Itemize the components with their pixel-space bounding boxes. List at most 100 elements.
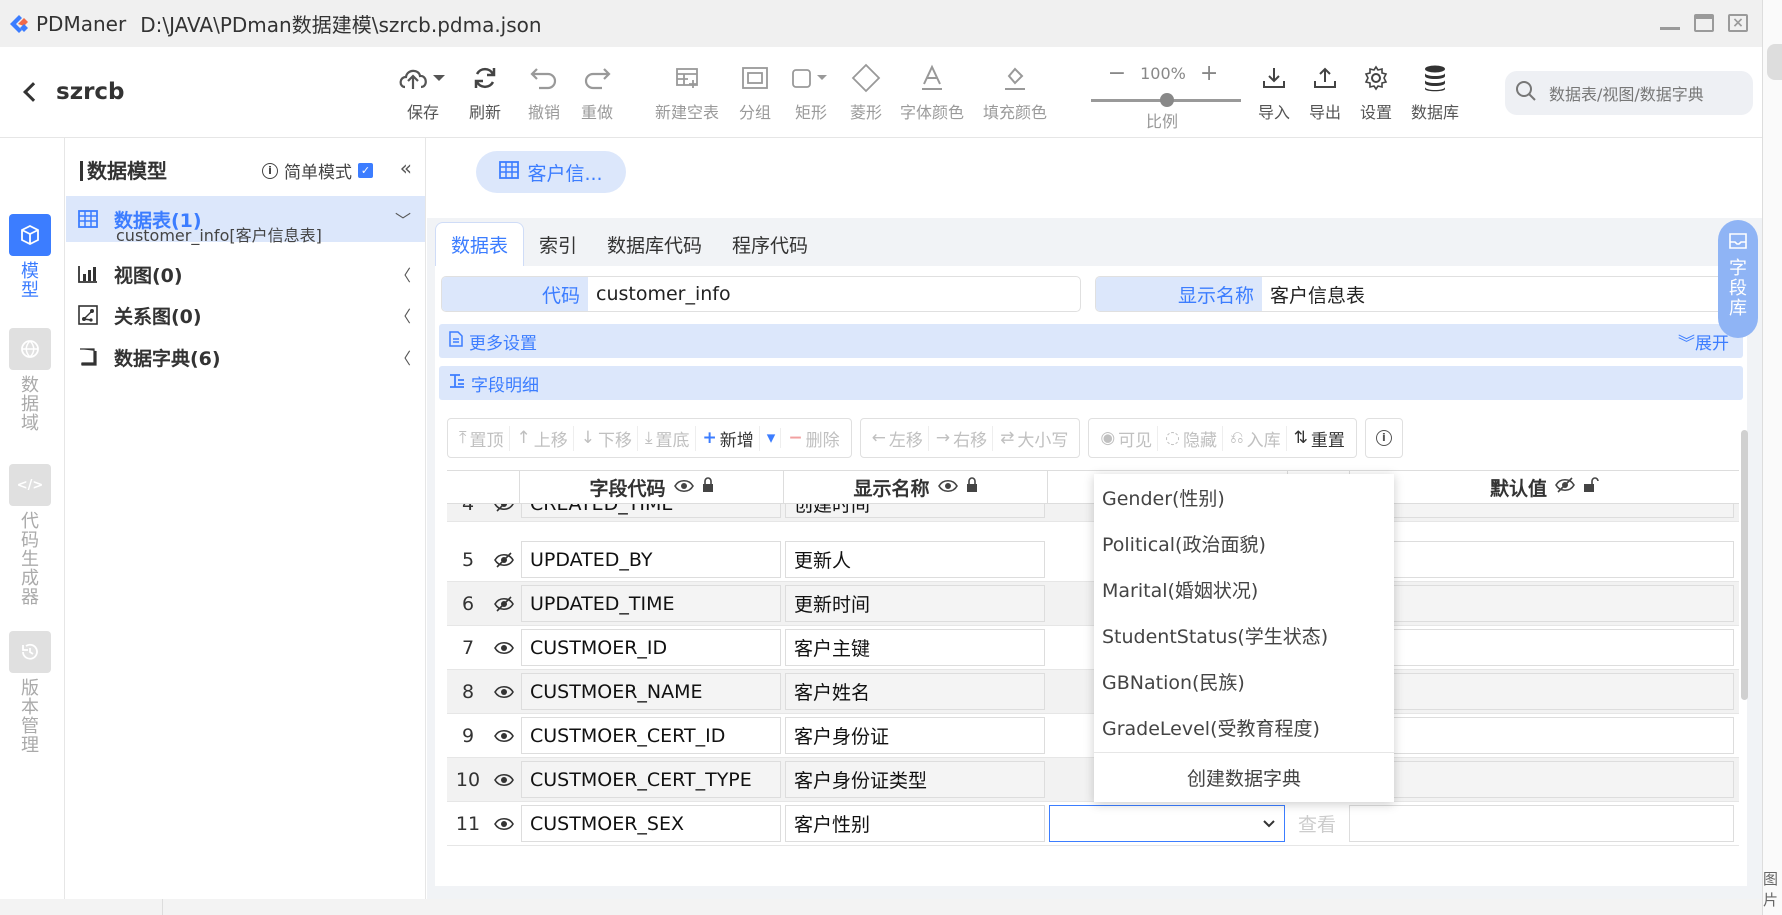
- eye-icon[interactable]: [489, 670, 519, 713]
- move-bottom-button[interactable]: ⤓ 置底: [640, 425, 696, 451]
- tree-node-views[interactable]: 视图(0) 〈: [66, 251, 425, 297]
- default-value-input[interactable]: [1349, 541, 1734, 578]
- field-name-input[interactable]: 更新时间: [785, 585, 1045, 622]
- default-value-input[interactable]: [1349, 585, 1734, 622]
- field-name-input[interactable]: 客户主键: [785, 629, 1045, 666]
- hide-button[interactable]: ◌ 隐藏: [1160, 425, 1224, 451]
- rect-button[interactable]: 矩形: [791, 61, 831, 123]
- export-button[interactable]: 导出: [1309, 61, 1341, 123]
- diamond-button[interactable]: 菱形: [850, 61, 882, 123]
- reset-button[interactable]: ⇅ 重置: [1289, 426, 1350, 451]
- add-field-button[interactable]: + 新增: [698, 425, 760, 451]
- default-value-input[interactable]: [1349, 629, 1734, 666]
- import-button[interactable]: 导入: [1258, 61, 1290, 123]
- store-button[interactable]: ⎌ 入库: [1225, 425, 1287, 451]
- rail-item-model[interactable]: 模型: [9, 214, 51, 300]
- field-code-input[interactable]: CUSTMOER_CERT_TYPE: [521, 761, 781, 798]
- minimize-button[interactable]: [1660, 14, 1680, 32]
- add-dropdown-button[interactable]: ▾: [762, 428, 782, 448]
- close-button[interactable]: ×: [1728, 14, 1748, 32]
- visible-button[interactable]: ◉ 可见: [1095, 425, 1159, 451]
- back-button[interactable]: szrcb: [23, 79, 125, 105]
- default-value-input[interactable]: [1349, 717, 1734, 754]
- eye-icon[interactable]: [489, 802, 519, 845]
- table-row[interactable]: 6UPDATED_TIME更新时间查看: [447, 582, 1739, 626]
- table-row[interactable]: 5UPDATED_BY更新人查看: [447, 538, 1739, 582]
- maximize-button[interactable]: [1694, 14, 1714, 32]
- table-row[interactable]: 11 CUSTMOER_SEX 客户性别 查看: [447, 802, 1739, 846]
- move-left-button[interactable]: ← 左移: [867, 425, 929, 451]
- font-color-button[interactable]: 字体颜色: [900, 61, 964, 123]
- delete-field-button[interactable]: − 删除: [783, 426, 844, 451]
- fill-color-button[interactable]: 填充颜色: [983, 61, 1047, 123]
- expand-button[interactable]: ︾展开: [1678, 329, 1729, 354]
- dictionary-option[interactable]: Political(政治面貌): [1094, 520, 1394, 566]
- header-default[interactable]: 默认值: [1350, 471, 1739, 503]
- eye-off-icon[interactable]: [489, 538, 519, 581]
- field-code-input[interactable]: CUSTMOER_ID: [521, 629, 781, 666]
- display-name-field[interactable]: 显示名称 客户信息表: [1095, 276, 1745, 312]
- field-name-input[interactable]: 更新人: [785, 541, 1045, 578]
- save-button[interactable]: 保存: [397, 61, 449, 123]
- eye-icon[interactable]: [489, 626, 519, 669]
- field-code-input[interactable]: CUSTMOER_SEX: [521, 805, 781, 842]
- eye-off-icon[interactable]: [489, 582, 519, 625]
- collapse-panel-icon[interactable]: «: [400, 156, 412, 180]
- dictionary-option[interactable]: GBNation(民族): [1094, 658, 1394, 704]
- table-row[interactable]: 10CUSTMOER_CERT_TYPE客户身份证类型查看: [447, 758, 1739, 802]
- field-code-input[interactable]: CUSTMOER_NAME: [521, 673, 781, 710]
- move-up-button[interactable]: ↑ 上移: [512, 425, 574, 451]
- table-row[interactable]: 9CUSTMOER_CERT_ID客户身份证查看: [447, 714, 1739, 758]
- tree-node-dictionaries[interactable]: 数据字典(6) 〈: [66, 334, 425, 380]
- header-code[interactable]: 字段代码: [520, 471, 784, 503]
- more-settings-bar[interactable]: 更多设置 ︾展开: [439, 324, 1743, 358]
- tab-table[interactable]: 数据表: [435, 222, 525, 266]
- simple-mode-checkbox[interactable]: ✓: [358, 163, 373, 178]
- field-name-input[interactable]: 客户姓名: [785, 673, 1045, 710]
- zoom-slider-knob[interactable]: [1160, 93, 1174, 107]
- rail-item-version[interactable]: 版本管理: [9, 631, 51, 755]
- code-field[interactable]: 代码 customer_info: [441, 276, 1081, 312]
- group-button[interactable]: 分组: [739, 61, 771, 123]
- eye-icon[interactable]: [489, 714, 519, 757]
- tab-program-code[interactable]: 程序代码: [717, 222, 823, 266]
- move-down-button[interactable]: ↓ 下移: [576, 425, 639, 451]
- default-value-input[interactable]: [1349, 805, 1734, 842]
- field-name-input[interactable]: 客户身份证: [785, 717, 1045, 754]
- vertical-scrollbar[interactable]: [1741, 430, 1748, 700]
- dictionary-select[interactable]: [1049, 805, 1285, 842]
- header-name[interactable]: 显示名称: [784, 471, 1048, 503]
- create-dictionary-button[interactable]: 创建数据字典: [1094, 752, 1394, 802]
- default-value-input[interactable]: [1349, 673, 1734, 710]
- redo-button[interactable]: 重做: [581, 61, 613, 123]
- zoom-in-button[interactable]: +: [1200, 61, 1218, 86]
- rail-item-codegen[interactable]: </> 代码生成器: [9, 464, 51, 607]
- dictionary-option[interactable]: Gender(性别): [1094, 474, 1394, 520]
- dictionary-option[interactable]: GradeLevel(受教育程度): [1094, 704, 1394, 750]
- tree-leaf-customer-info[interactable]: customer_info[客户信息表]: [116, 222, 322, 246]
- zoom-out-button[interactable]: −: [1108, 61, 1126, 86]
- field-code-input[interactable]: CUSTMOER_CERT_ID: [521, 717, 781, 754]
- view-button[interactable]: 查看: [1287, 802, 1347, 845]
- field-code-input[interactable]: UPDATED_BY: [521, 541, 781, 578]
- settings-button[interactable]: 设置: [1360, 61, 1392, 123]
- table-row[interactable]: 7CUSTMOER_ID客户主键查看: [447, 626, 1739, 670]
- field-library-button[interactable]: 字段库: [1718, 220, 1758, 338]
- dictionary-option[interactable]: StudentStatus(学生状态): [1094, 612, 1394, 658]
- case-button[interactable]: ⇄ 大小写: [995, 426, 1073, 451]
- tab-index[interactable]: 索引: [524, 222, 592, 266]
- tab-db-code[interactable]: 数据库代码: [592, 222, 717, 266]
- new-table-button[interactable]: 新建空表: [655, 61, 719, 123]
- dictionary-option[interactable]: Marital(婚姻状况): [1094, 566, 1394, 612]
- eye-icon[interactable]: [489, 758, 519, 801]
- field-code-input[interactable]: UPDATED_TIME: [521, 585, 781, 622]
- simple-mode-toggle[interactable]: i 简单模式 ✓: [262, 158, 373, 183]
- default-value-input[interactable]: [1349, 761, 1734, 798]
- undo-button[interactable]: 撤销: [528, 61, 560, 123]
- field-name-input[interactable]: 客户身份证类型: [785, 761, 1045, 798]
- info-button[interactable]: i: [1364, 418, 1403, 458]
- open-tab-customer-info[interactable]: 客户信...: [476, 151, 626, 193]
- move-top-button[interactable]: ⤒ 置顶: [454, 425, 510, 451]
- table-row[interactable]: 8CUSTMOER_NAME客户姓名查看: [447, 670, 1739, 714]
- refresh-button[interactable]: 刷新: [469, 61, 501, 123]
